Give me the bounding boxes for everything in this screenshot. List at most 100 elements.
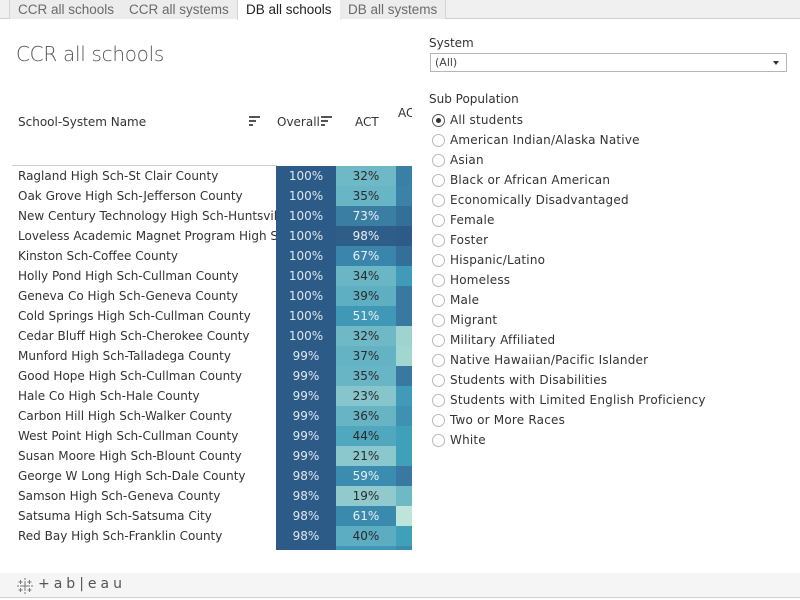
act-cell[interactable]: 32% <box>336 326 396 346</box>
overall-cell[interactable]: 100% <box>276 226 336 246</box>
partial-column-cell[interactable] <box>396 406 412 426</box>
partial-column-cell[interactable] <box>396 286 412 306</box>
sub-population-option[interactable]: Homeless <box>432 270 772 290</box>
radio-checked-icon[interactable] <box>432 114 445 127</box>
tableau-logo-text[interactable]: +ab|eau <box>38 576 126 592</box>
act-cell[interactable]: 37% <box>336 346 396 366</box>
table-row[interactable]: Carbon Hill High Sch-Walker County 99% 36% <box>0 406 412 426</box>
partial-column-cell[interactable] <box>396 306 412 326</box>
table-row[interactable]: Loveless Academic Magnet Program High Sc… <box>0 226 412 246</box>
overall-cell[interactable]: 100% <box>276 246 336 266</box>
overall-cell[interactable]: 98% <box>276 526 336 546</box>
sub-population-option[interactable]: Native Hawaiian/Pacific Islander <box>432 350 772 370</box>
sub-population-option[interactable]: Foster <box>432 230 772 250</box>
overall-cell[interactable]: 99% <box>276 346 336 366</box>
sub-population-option[interactable]: Migrant <box>432 310 772 330</box>
act-cell[interactable]: 35% <box>336 366 396 386</box>
partial-column-cell[interactable] <box>396 186 412 206</box>
radio-unchecked-icon[interactable] <box>432 354 445 367</box>
act-cell[interactable]: 21% <box>336 446 396 466</box>
overall-cell[interactable]: 100% <box>276 266 336 286</box>
table-row[interactable]: West Point High Sch-Cullman County 99% 44% <box>0 426 412 446</box>
overall-cell[interactable]: 100% <box>276 206 336 226</box>
act-cell[interactable]: 32% <box>336 166 396 186</box>
table-row[interactable]: Samson High Sch-Geneva County 98% 19% <box>0 486 412 506</box>
table-row[interactable]: Red Bay High Sch-Franklin County 98% 40% <box>0 526 412 546</box>
tab-ccr-all-systems[interactable]: CCR all systems <box>121 0 238 19</box>
radio-unchecked-icon[interactable] <box>432 194 445 207</box>
radio-unchecked-icon[interactable] <box>432 214 445 227</box>
partial-column-cell[interactable] <box>396 526 412 546</box>
system-filter-dropdown[interactable]: (All) <box>430 53 787 72</box>
table-row[interactable]: George W Long High Sch-Dale County 98% 59% <box>0 466 412 486</box>
partial-column-cell[interactable] <box>396 506 412 526</box>
table-row[interactable]: Ragland High Sch-St Clair County 100% 32% <box>0 166 412 186</box>
sub-population-option[interactable]: Black or African American <box>432 170 772 190</box>
radio-unchecked-icon[interactable] <box>432 254 445 267</box>
radio-unchecked-icon[interactable] <box>432 274 445 287</box>
partial-column-cell[interactable] <box>396 266 412 286</box>
table-row[interactable]: Geneva Co High Sch-Geneva County 100% 39% <box>0 286 412 306</box>
table-row[interactable]: Cold Springs High Sch-Cullman County 100%… <box>0 306 412 326</box>
act-cell[interactable]: 35% <box>336 186 396 206</box>
sub-population-option[interactable]: Hispanic/Latino <box>432 250 772 270</box>
act-cell[interactable]: 19% <box>336 486 396 506</box>
column-header-school-system-name[interactable]: School-System Name <box>18 115 146 129</box>
act-cell[interactable]: 59% <box>336 466 396 486</box>
overall-cell[interactable]: 100% <box>276 186 336 206</box>
sort-icon[interactable] <box>249 116 261 126</box>
partial-column-cell[interactable] <box>396 426 412 446</box>
radio-unchecked-icon[interactable] <box>432 414 445 427</box>
overall-cell[interactable]: 99% <box>276 426 336 446</box>
overall-cell[interactable]: 100% <box>276 326 336 346</box>
partial-column-cell[interactable] <box>396 246 412 266</box>
overall-cell[interactable]: 100% <box>276 166 336 186</box>
overall-cell[interactable]: 99% <box>276 386 336 406</box>
partial-column-cell[interactable] <box>396 346 412 366</box>
overall-cell[interactable]: 100% <box>276 306 336 326</box>
overall-cell[interactable]: 98% <box>276 466 336 486</box>
partial-column-cell[interactable] <box>396 226 412 246</box>
table-row[interactable]: Hale Co High Sch-Hale County 99% 23% <box>0 386 412 406</box>
radio-unchecked-icon[interactable] <box>432 314 445 327</box>
partial-column-cell[interactable] <box>396 326 412 346</box>
overall-cell[interactable]: 99% <box>276 446 336 466</box>
table-row[interactable]: Holly Pond High Sch-Cullman County 100% 34… <box>0 266 412 286</box>
sub-population-option[interactable]: Two or More Races <box>432 410 772 430</box>
sort-icon[interactable] <box>321 116 333 126</box>
act-cell[interactable]: 36% <box>336 406 396 426</box>
sub-population-option[interactable]: American Indian/Alaska Native <box>432 130 772 150</box>
overall-cell[interactable]: 99% <box>276 366 336 386</box>
overall-cell[interactable]: 99% <box>276 406 336 426</box>
partial-column-cell[interactable] <box>396 206 412 226</box>
tab-ccr-all-schools[interactable]: CCR all schools <box>9 0 124 19</box>
sub-population-option[interactable]: All students <box>432 110 772 130</box>
table-row[interactable]: Susan Moore High Sch-Blount County 99% 21% <box>0 446 412 466</box>
partial-column-cell[interactable] <box>396 446 412 466</box>
column-header-partial[interactable]: AC <box>398 106 412 120</box>
table-row[interactable]: Munford High Sch-Talladega County 99% 37% <box>0 346 412 366</box>
radio-unchecked-icon[interactable] <box>432 234 445 247</box>
sub-population-option[interactable]: Economically Disadvantaged <box>432 190 772 210</box>
act-cell[interactable]: 40% <box>336 526 396 546</box>
act-cell[interactable]: 34% <box>336 266 396 286</box>
tab-db-all-systems[interactable]: DB all systems <box>340 0 447 19</box>
overall-cell[interactable]: 98% <box>276 506 336 526</box>
act-cell[interactable]: 44% <box>336 426 396 446</box>
act-cell[interactable]: 73% <box>336 206 396 226</box>
act-cell[interactable]: 61% <box>336 506 396 526</box>
column-header-overall[interactable]: Overall <box>277 115 320 129</box>
radio-unchecked-icon[interactable] <box>432 334 445 347</box>
act-cell[interactable]: 67% <box>336 246 396 266</box>
act-cell[interactable]: 39% <box>336 286 396 306</box>
table-row[interactable]: Kinston Sch-Coffee County 100% 67% <box>0 246 412 266</box>
radio-unchecked-icon[interactable] <box>432 374 445 387</box>
radio-unchecked-icon[interactable] <box>432 434 445 447</box>
sub-population-option[interactable]: Male <box>432 290 772 310</box>
table-row[interactable]: Oak Grove High Sch-Jefferson County 100% 3… <box>0 186 412 206</box>
overall-cell[interactable]: 100% <box>276 286 336 306</box>
partial-column-cell[interactable] <box>396 386 412 406</box>
table-row[interactable]: Good Hope High Sch-Cullman County 99% 35% <box>0 366 412 386</box>
sub-population-option[interactable]: White <box>432 430 772 450</box>
table-row[interactable]: Satsuma High Sch-Satsuma City 98% 61% <box>0 506 412 526</box>
